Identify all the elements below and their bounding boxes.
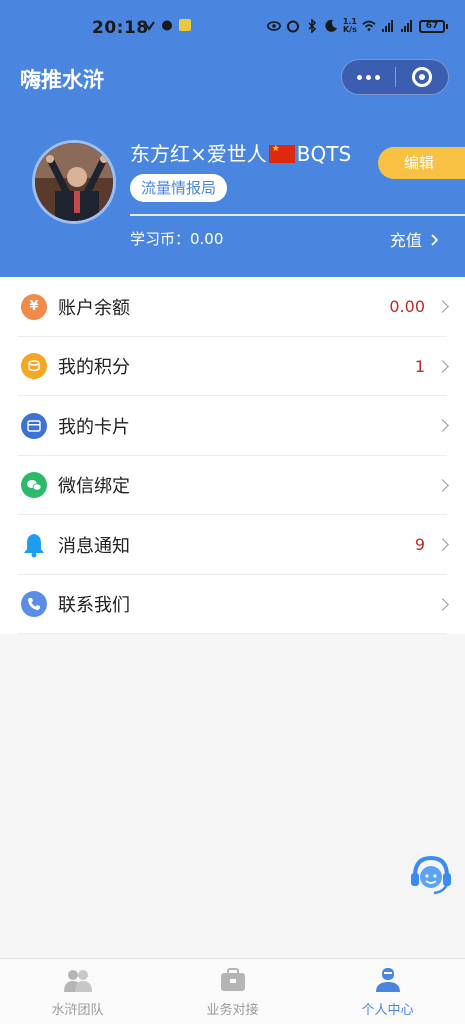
profile-header: 嗨推水浒 东方红×爱世人 BQTS 流量情报局 编辑 学习币：0.00 — [0, 52, 465, 277]
miniprogram-capsule — [341, 59, 449, 95]
customer-service-button[interactable] — [408, 852, 454, 898]
user-name: 东方红×爱世人 BQTS — [130, 138, 351, 167]
tab-shuihu-team[interactable]: 水浒团队 — [0, 959, 155, 1024]
moon-icon — [325, 19, 337, 32]
status-bar: 20:18 1.1 K/s 67 — [0, 0, 465, 52]
org-tag: 流量情报局 — [130, 174, 228, 202]
menu-item-label: 账户余额 — [58, 297, 130, 319]
user-name-suffix: BQTS — [296, 142, 352, 166]
close-miniprogram-button[interactable] — [395, 60, 448, 94]
chevron-right-icon — [436, 419, 449, 433]
user-center-icon — [375, 968, 400, 992]
chevron-right-icon — [436, 300, 449, 314]
recharge-label: 充值 — [389, 231, 422, 250]
menu-item-label: 微信绑定 — [58, 476, 130, 498]
chevron-right-icon — [431, 234, 439, 246]
briefcase-icon — [220, 968, 245, 991]
menu-item-my-points[interactable]: 我的积分 1 — [0, 337, 465, 397]
avatar-photo — [35, 143, 113, 221]
signal-icon — [382, 20, 393, 32]
tab-label: 个人中心 — [361, 1003, 414, 1018]
more-dot-icon — [365, 74, 371, 80]
wechat-icon — [21, 472, 47, 499]
app-notification-icon — [179, 19, 191, 31]
menu-item-notifications[interactable]: 消息通知 9 — [0, 515, 465, 575]
tab-business-docking[interactable]: 业务对接 — [155, 959, 310, 1024]
bell-icon — [21, 532, 47, 558]
menu-item-my-cards[interactable]: 我的卡片 — [0, 396, 465, 456]
user-name-text: 东方红×爱世人 — [130, 142, 267, 166]
menu-item-contact-us[interactable]: 联系我们 — [0, 575, 465, 635]
tab-personal-center[interactable]: 个人中心 — [310, 959, 465, 1024]
coins-icon — [21, 353, 47, 380]
header-divider — [130, 214, 465, 216]
tab-label: 业务对接 — [206, 1003, 259, 1018]
menu-item-value: 9 — [414, 535, 425, 555]
team-icon — [63, 970, 92, 992]
menu-item-label: 消息通知 — [58, 535, 130, 557]
notification-icon — [143, 21, 155, 31]
more-dot-icon — [356, 74, 362, 80]
signal-icon-2 — [401, 20, 412, 32]
recharge-link[interactable]: 充值 — [390, 227, 441, 251]
chevron-right-icon — [436, 538, 449, 552]
wifi-icon — [362, 20, 376, 31]
menu-item-label: 我的卡片 — [58, 416, 130, 438]
headset-icon — [411, 855, 451, 895]
menu-item-value: 0.00 — [389, 297, 425, 317]
alarm-clock-icon — [286, 20, 299, 33]
bluetooth-icon — [308, 19, 316, 33]
app-title: 嗨推水浒 — [20, 68, 104, 92]
menu-item-label: 联系我们 — [58, 595, 130, 617]
china-flag-icon — [268, 144, 295, 163]
net-speed-unit: K/s — [342, 25, 357, 34]
menu-item-account-balance[interactable]: ¥ 账户余额 0.00 — [0, 277, 465, 337]
more-dot-icon — [374, 74, 380, 80]
menu-item-value: 1 — [414, 356, 425, 376]
menu-item-wechat-binding[interactable]: 微信绑定 — [0, 456, 465, 516]
tab-label: 水浒团队 — [51, 1003, 104, 1018]
card-icon — [21, 412, 47, 439]
avatar[interactable] — [32, 140, 116, 224]
tab-bar: 水浒团队 业务对接 个人中心 — [0, 958, 465, 1024]
alarm-icon — [162, 20, 172, 31]
target-icon — [411, 67, 432, 87]
money-bag-icon: ¥ — [21, 293, 47, 320]
menu-list: ¥ 账户余额 0.00 我的积分 1 我的卡片 微信绑定 消息通知 9 联系我们 — [0, 277, 465, 634]
battery-indicator: 67 — [419, 19, 448, 33]
chevron-right-icon — [436, 359, 449, 373]
study-coins-balance: 学习币：0.00 — [130, 230, 224, 248]
edit-profile-button[interactable]: 编辑 — [378, 147, 465, 179]
chevron-right-icon — [436, 478, 449, 492]
chevron-right-icon — [436, 597, 449, 611]
status-time: 20:18 — [92, 18, 149, 38]
menu-item-label: 我的积分 — [58, 357, 130, 379]
eye-icon — [266, 21, 281, 31]
phone-icon — [21, 591, 47, 618]
more-menu-button[interactable] — [342, 60, 395, 94]
